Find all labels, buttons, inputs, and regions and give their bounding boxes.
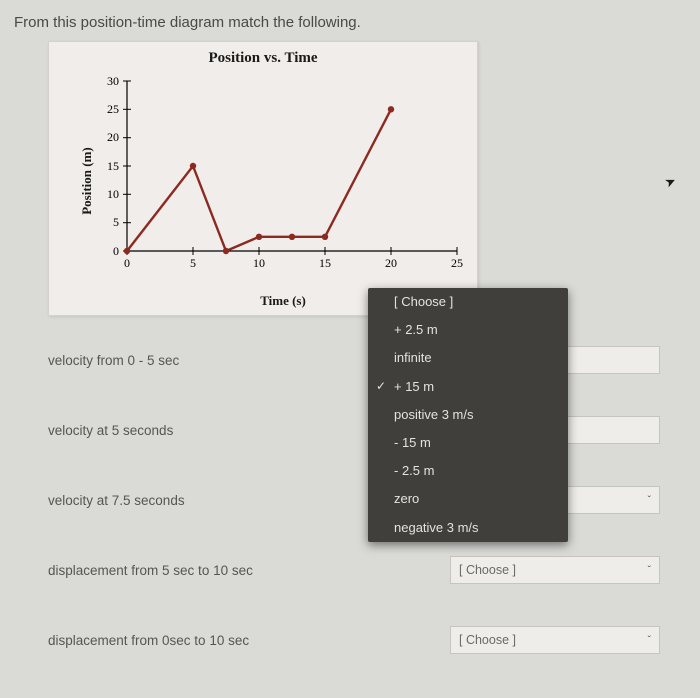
x-tick-2: 10	[253, 256, 265, 270]
dropdown-option[interactable]: infinite	[368, 344, 568, 372]
y-axis-label: Position (m)	[79, 147, 95, 215]
select-value: [ Choose ]	[459, 633, 516, 647]
prompt-label: displacement from 0sec to 10 sec	[48, 633, 249, 648]
prompt-label: velocity from 0 - 5 sec	[48, 353, 179, 368]
x-tick-3: 15	[319, 256, 331, 270]
check-icon: ✓	[376, 378, 386, 395]
prompt-label: displacement from 5 sec to 10 sec	[48, 563, 253, 578]
select-displacement-5-10[interactable]: [ Choose ] ˇ	[450, 556, 660, 584]
prompt-row: velocity at 7.5 seconds [ Choose ] ˇ	[0, 486, 700, 514]
chevron-down-icon: ˇ	[648, 565, 651, 576]
select-value: [ Choose ]	[459, 563, 516, 577]
x-tick-0: 0	[124, 256, 130, 270]
cursor-icon: ➤	[662, 172, 679, 191]
dropdown-option[interactable]: zero	[368, 485, 568, 513]
x-tick-5: 25	[451, 256, 463, 270]
y-tick-5: 25	[107, 102, 119, 116]
dropdown-option[interactable]: - 15 m	[368, 429, 568, 457]
prompt-label: velocity at 5 seconds	[48, 423, 173, 438]
dropdown-option[interactable]: negative 3 m/s	[368, 514, 568, 542]
dropdown-option[interactable]: ✓ + 15 m	[368, 373, 568, 401]
prompt-row: velocity from 0 - 5 sec	[0, 346, 700, 374]
y-tick-2: 10	[107, 187, 119, 201]
prompt-row: displacement from 5 sec to 10 sec [ Choo…	[0, 556, 700, 584]
y-tick-3: 15	[107, 159, 119, 173]
dropdown-option[interactable]: + 2.5 m	[368, 316, 568, 344]
y-tick-4: 20	[107, 130, 119, 144]
x-tick-4: 20	[385, 256, 397, 270]
chart-card: Position vs. Time Position (m) 0 5 10 15…	[48, 41, 478, 316]
x-tick-1: 5	[190, 256, 196, 270]
y-tick-1: 5	[113, 215, 119, 229]
prompt-row: displacement from 0sec to 10 sec [ Choos…	[0, 626, 700, 654]
select-displacement-0-10[interactable]: [ Choose ] ˇ	[450, 626, 660, 654]
chart-area: Position (m) 0 5 10 15 20 25 30 0 5 10 1…	[59, 71, 467, 291]
y-tick-6: 30	[107, 74, 119, 88]
dropdown-option[interactable]: - 2.5 m	[368, 457, 568, 485]
chart-plot: 0 5 10 15 20 25 30 0 5 10 15 20 25	[107, 71, 467, 271]
dropdown-option[interactable]: positive 3 m/s	[368, 401, 568, 429]
dropdown-header: [ Choose ]	[368, 288, 568, 316]
prompt-row: velocity at 5 seconds	[0, 416, 700, 444]
chart-title: Position vs. Time	[59, 50, 467, 67]
question-text: From this position-time diagram match th…	[0, 0, 700, 41]
chevron-down-icon: ˇ	[648, 635, 651, 646]
dropdown-menu: [ Choose ] + 2.5 m infinite ✓ + 15 m pos…	[368, 288, 568, 542]
y-tick-0: 0	[113, 244, 119, 258]
prompts-container: velocity from 0 - 5 sec velocity at 5 se…	[0, 346, 700, 654]
chevron-down-icon: ˇ	[648, 495, 651, 506]
dropdown-option-label: + 15 m	[394, 379, 434, 394]
data-line	[127, 109, 391, 251]
prompt-label: velocity at 7.5 seconds	[48, 493, 185, 508]
